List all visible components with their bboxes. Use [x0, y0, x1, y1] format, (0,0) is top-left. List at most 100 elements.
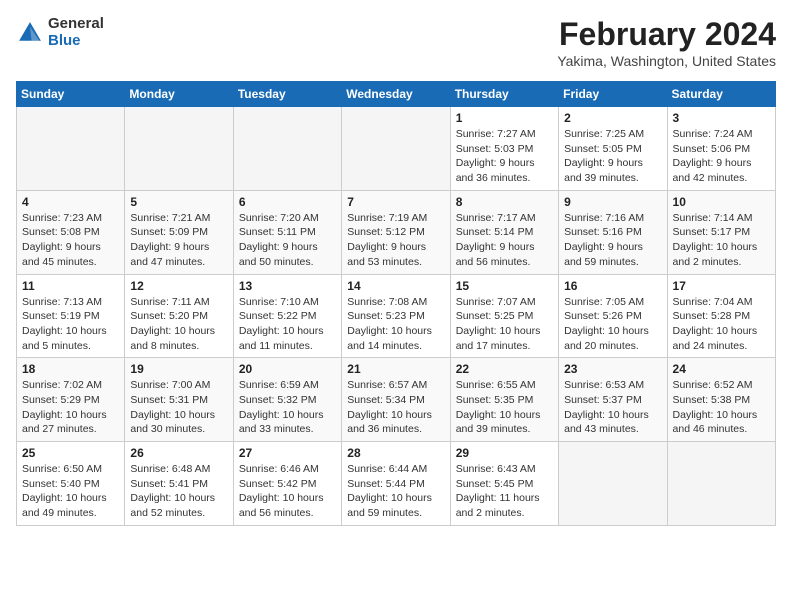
- logo-general: General: [48, 16, 104, 33]
- day-info: Sunrise: 7:17 AMSunset: 5:14 PMDaylight:…: [456, 211, 553, 270]
- day-info: Sunrise: 7:05 AMSunset: 5:26 PMDaylight:…: [564, 295, 661, 354]
- weekday-header-wednesday: Wednesday: [342, 82, 450, 107]
- page-header: General Blue February 2024 Yakima, Washi…: [16, 16, 776, 69]
- day-info: Sunrise: 7:07 AMSunset: 5:25 PMDaylight:…: [456, 295, 553, 354]
- day-number: 8: [456, 195, 553, 209]
- calendar-cell: 8 Sunrise: 7:17 AMSunset: 5:14 PMDaylight…: [450, 190, 558, 274]
- day-info: Sunrise: 7:11 AMSunset: 5:20 PMDaylight:…: [130, 295, 227, 354]
- day-number: 19: [130, 362, 227, 376]
- calendar-cell: 22 Sunrise: 6:55 AMSunset: 5:35 PMDayligh…: [450, 358, 558, 442]
- calendar-cell: 12 Sunrise: 7:11 AMSunset: 5:20 PMDayligh…: [125, 274, 233, 358]
- calendar-cell: 3Sunrise: 7:24 AMSunset: 5:06 PMDaylight…: [667, 107, 775, 191]
- week-row-3: 11 Sunrise: 7:13 AMSunset: 5:19 PMDayligh…: [17, 274, 776, 358]
- weekday-header-saturday: Saturday: [667, 82, 775, 107]
- calendar-cell: [667, 442, 775, 526]
- logo: General Blue: [16, 16, 104, 49]
- calendar-cell: [342, 107, 450, 191]
- calendar-cell: 18 Sunrise: 7:02 AMSunset: 5:29 PMDayligh…: [17, 358, 125, 442]
- calendar-cell: 14 Sunrise: 7:08 AMSunset: 5:23 PMDayligh…: [342, 274, 450, 358]
- day-info: Sunrise: 7:10 AMSunset: 5:22 PMDaylight:…: [239, 295, 336, 354]
- logo-text: General Blue: [48, 16, 104, 49]
- day-info: Sunrise: 7:04 AMSunset: 5:28 PMDaylight:…: [673, 295, 770, 354]
- day-info: Sunrise: 7:00 AMSunset: 5:31 PMDaylight:…: [130, 378, 227, 437]
- calendar-cell: 24Sunrise: 6:52 AMSunset: 5:38 PMDayligh…: [667, 358, 775, 442]
- day-number: 13: [239, 279, 336, 293]
- day-info: Sunrise: 7:25 AMSunset: 5:05 PMDaylight:…: [564, 127, 661, 186]
- day-info: Sunrise: 6:53 AMSunset: 5:37 PMDaylight:…: [564, 378, 661, 437]
- day-number: 7: [347, 195, 444, 209]
- day-info: Sunrise: 7:02 AMSunset: 5:29 PMDaylight:…: [22, 378, 119, 437]
- weekday-header-row: SundayMondayTuesdayWednesdayThursdayFrid…: [17, 82, 776, 107]
- day-number: 28: [347, 446, 444, 460]
- day-number: 12: [130, 279, 227, 293]
- weekday-header-sunday: Sunday: [17, 82, 125, 107]
- day-info: Sunrise: 6:44 AMSunset: 5:44 PMDaylight:…: [347, 462, 444, 521]
- day-info: Sunrise: 7:23 AMSunset: 5:08 PMDaylight:…: [22, 211, 119, 270]
- calendar-cell: 25 Sunrise: 6:50 AMSunset: 5:40 PMDayligh…: [17, 442, 125, 526]
- day-number: 15: [456, 279, 553, 293]
- day-info: Sunrise: 7:08 AMSunset: 5:23 PMDaylight:…: [347, 295, 444, 354]
- calendar-cell: 29Sunrise: 6:43 AMSunset: 5:45 PMDayligh…: [450, 442, 558, 526]
- weekday-header-monday: Monday: [125, 82, 233, 107]
- day-info: Sunrise: 6:57 AMSunset: 5:34 PMDaylight:…: [347, 378, 444, 437]
- week-row-2: 4 Sunrise: 7:23 AMSunset: 5:08 PMDaylight…: [17, 190, 776, 274]
- calendar-cell: 5 Sunrise: 7:21 AMSunset: 5:09 PMDaylight…: [125, 190, 233, 274]
- calendar-cell: 15 Sunrise: 7:07 AMSunset: 5:25 PMDayligh…: [450, 274, 558, 358]
- calendar-cell: 13 Sunrise: 7:10 AMSunset: 5:22 PMDayligh…: [233, 274, 341, 358]
- calendar-cell: 11 Sunrise: 7:13 AMSunset: 5:19 PMDayligh…: [17, 274, 125, 358]
- day-info: Sunrise: 7:19 AMSunset: 5:12 PMDaylight:…: [347, 211, 444, 270]
- calendar-cell: 27Sunrise: 6:46 AMSunset: 5:42 PMDayligh…: [233, 442, 341, 526]
- day-number: 10: [673, 195, 770, 209]
- calendar-cell: 26Sunrise: 6:48 AMSunset: 5:41 PMDayligh…: [125, 442, 233, 526]
- calendar-cell: 19 Sunrise: 7:00 AMSunset: 5:31 PMDayligh…: [125, 358, 233, 442]
- weekday-header-tuesday: Tuesday: [233, 82, 341, 107]
- day-number: 22: [456, 362, 553, 376]
- logo-blue: Blue: [48, 33, 104, 50]
- day-number: 25: [22, 446, 119, 460]
- calendar-cell: 1Sunrise: 7:27 AMSunset: 5:03 PMDaylight…: [450, 107, 558, 191]
- day-number: 11: [22, 279, 119, 293]
- calendar-cell: 4 Sunrise: 7:23 AMSunset: 5:08 PMDaylight…: [17, 190, 125, 274]
- month-title: February 2024: [557, 16, 776, 53]
- location-title: Yakima, Washington, United States: [557, 53, 776, 69]
- calendar-cell: [559, 442, 667, 526]
- day-number: 24: [673, 362, 770, 376]
- calendar-cell: 10 Sunrise: 7:14 AMSunset: 5:17 PMDayligh…: [667, 190, 775, 274]
- day-number: 2: [564, 111, 661, 125]
- logo-icon: [16, 19, 44, 47]
- calendar-cell: 9Sunrise: 7:16 AMSunset: 5:16 PMDaylight…: [559, 190, 667, 274]
- day-number: 5: [130, 195, 227, 209]
- calendar-cell: 28 Sunrise: 6:44 AMSunset: 5:44 PMDayligh…: [342, 442, 450, 526]
- day-info: Sunrise: 6:50 AMSunset: 5:40 PMDaylight:…: [22, 462, 119, 521]
- day-number: 20: [239, 362, 336, 376]
- calendar-cell: 20 Sunrise: 6:59 AMSunset: 5:32 PMDayligh…: [233, 358, 341, 442]
- day-info: Sunrise: 6:46 AMSunset: 5:42 PMDaylight:…: [239, 462, 336, 521]
- day-number: 23: [564, 362, 661, 376]
- calendar-cell: 2 Sunrise: 7:25 AMSunset: 5:05 PMDaylight…: [559, 107, 667, 191]
- calendar-cell: [125, 107, 233, 191]
- day-info: Sunrise: 6:55 AMSunset: 5:35 PMDaylight:…: [456, 378, 553, 437]
- day-info: Sunrise: 7:21 AMSunset: 5:09 PMDaylight:…: [130, 211, 227, 270]
- calendar-cell: 17 Sunrise: 7:04 AMSunset: 5:28 PMDayligh…: [667, 274, 775, 358]
- day-number: 21: [347, 362, 444, 376]
- day-number: 3: [673, 111, 770, 125]
- day-info: Sunrise: 6:59 AMSunset: 5:32 PMDaylight:…: [239, 378, 336, 437]
- day-number: 18: [22, 362, 119, 376]
- day-info: Sunrise: 7:13 AMSunset: 5:19 PMDaylight:…: [22, 295, 119, 354]
- weekday-header-friday: Friday: [559, 82, 667, 107]
- day-number: 14: [347, 279, 444, 293]
- day-info: Sunrise: 6:43 AMSunset: 5:45 PMDaylight:…: [456, 462, 553, 521]
- calendar-cell: [233, 107, 341, 191]
- week-row-4: 18 Sunrise: 7:02 AMSunset: 5:29 PMDayligh…: [17, 358, 776, 442]
- day-number: 17: [673, 279, 770, 293]
- day-info: Sunrise: 6:48 AMSunset: 5:41 PMDaylight:…: [130, 462, 227, 521]
- day-info: Sunrise: 7:16 AMSunset: 5:16 PMDaylight:…: [564, 211, 661, 270]
- day-info: Sunrise: 7:14 AMSunset: 5:17 PMDaylight:…: [673, 211, 770, 270]
- title-block: February 2024 Yakima, Washington, United…: [557, 16, 776, 69]
- day-number: 4: [22, 195, 119, 209]
- day-number: 6: [239, 195, 336, 209]
- weekday-header-thursday: Thursday: [450, 82, 558, 107]
- calendar: SundayMondayTuesdayWednesdayThursdayFrid…: [16, 81, 776, 526]
- day-info: Sunrise: 7:20 AMSunset: 5:11 PMDaylight:…: [239, 211, 336, 270]
- week-row-1: 1Sunrise: 7:27 AMSunset: 5:03 PMDaylight…: [17, 107, 776, 191]
